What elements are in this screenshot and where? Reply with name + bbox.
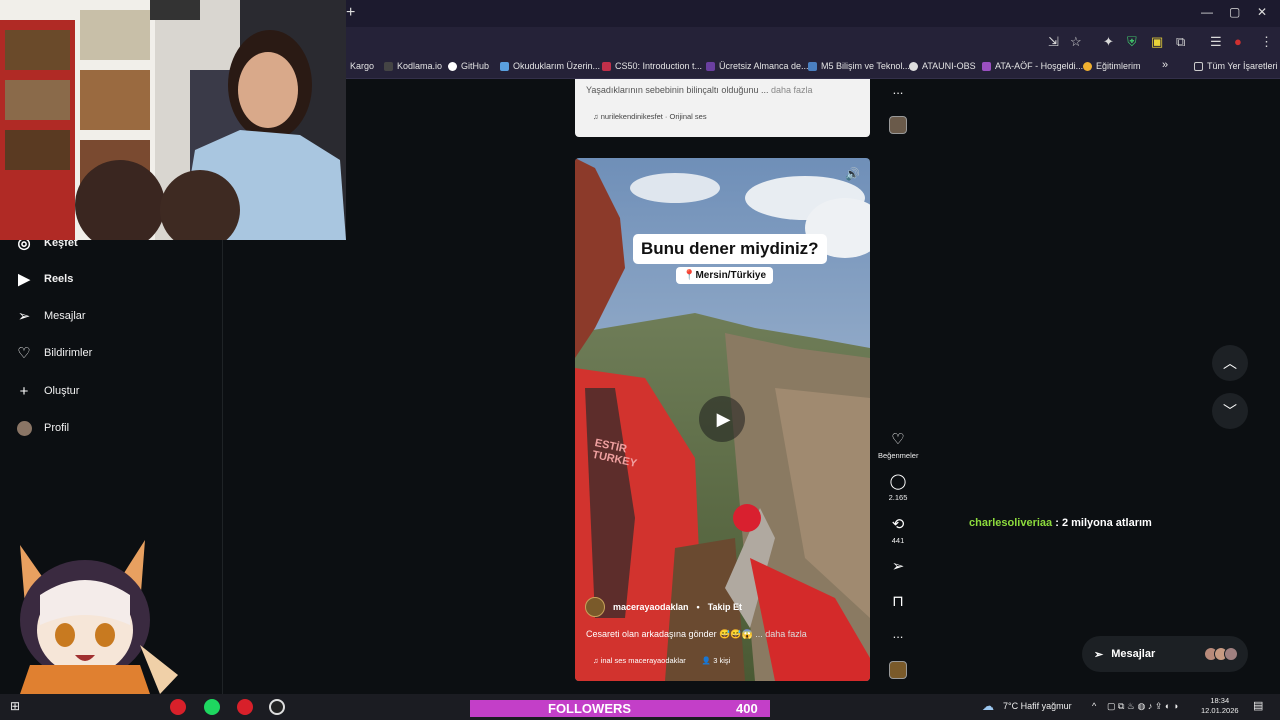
message-avatars — [1204, 647, 1238, 661]
reel-overlay-location: 📍Mersin/Türkiye — [676, 267, 774, 284]
bookmark-kodlama[interactable]: Kodlama.io — [384, 61, 442, 71]
sidebar-item-reels[interactable]: ▶ Reels — [16, 271, 74, 288]
all-bookmarks-folder[interactable]: Tüm Yer İşaretleri — [1194, 61, 1278, 71]
tagged-people[interactable]: 👤 3 kişi — [702, 656, 731, 665]
bookmark-cs50[interactable]: CS50: Introduction t... — [602, 61, 702, 71]
plus-icon: + — [19, 382, 29, 400]
send-icon: ➢ — [17, 308, 31, 325]
repost-button[interactable]: ⟲ 441 — [878, 515, 918, 545]
messages-button[interactable]: ➢ Mesajlar — [1082, 636, 1248, 672]
sidebar-item-label: Mesajlar — [44, 310, 86, 322]
bookmark-egitimlerim[interactable]: Eğitimlerim — [1083, 61, 1141, 71]
bookmark-icon: ⊓ — [892, 593, 904, 610]
previous-post[interactable]: Yaşadıklarının sebebinin bilinçaltı oldu… — [575, 79, 870, 137]
reel-username[interactable]: macerayaodaklan — [613, 602, 689, 612]
sidebar-item-label: Oluştur — [44, 385, 80, 397]
chevron-up-icon: ︿ — [1223, 355, 1237, 371]
previous-reel-button[interactable]: ︿ — [1212, 345, 1248, 381]
spotify-icon[interactable] — [204, 699, 220, 715]
like-button[interactable]: ♡ Beğenmeler — [878, 430, 918, 460]
install-icon[interactable]: ⇲ — [1048, 34, 1059, 50]
notification-icon[interactable]: ▤ — [1253, 699, 1263, 712]
reel-overlay-title: Bunu dener miydiniz? — [633, 234, 827, 264]
avatar[interactable] — [585, 597, 605, 617]
bookmark-kargo[interactable]: Kargo — [350, 61, 374, 71]
save-button[interactable]: ⊓ — [878, 592, 918, 613]
stream-chat-message: charlesoliveriaa : 2 milyona atlarım — [969, 517, 1152, 529]
app-icon[interactable] — [170, 699, 186, 715]
weather-icon: ☁ — [982, 699, 994, 713]
bookmark-ata-aof[interactable]: ATA-AÖF - Hoşgeldi... — [982, 61, 1083, 71]
play-icon: ▶ — [716, 408, 731, 429]
reel-user-row: macerayaodaklan • Takip Et — [585, 597, 742, 617]
clock[interactable]: 18:34 12.01.2026 — [1201, 696, 1239, 716]
caption-more-link[interactable]: daha fazla — [771, 85, 813, 95]
list-icon[interactable]: ☰ — [1210, 34, 1222, 50]
new-tab-button[interactable]: + — [346, 4, 355, 22]
sidebar-item-mesajlar[interactable]: ➢ Mesajlar — [16, 308, 86, 325]
webcam-overlay — [0, 0, 346, 240]
volume-icon[interactable]: 🔊 — [845, 167, 860, 181]
followers-goal-bar: FOLLOWERS 400 — [470, 700, 770, 717]
reels-icon: ▶ — [18, 271, 30, 288]
close-button[interactable]: ✕ — [1257, 5, 1267, 19]
shield-icon[interactable]: ⛨ — [1127, 34, 1137, 50]
bookmark-almanca[interactable]: Ücretsiz Almanca de... — [706, 61, 809, 71]
menu-icon[interactable]: ⋮ — [1260, 34, 1273, 50]
previous-more-button[interactable]: ... — [878, 82, 918, 97]
profile-icon[interactable]: ● — [1234, 34, 1242, 49]
send-icon: ➢ — [1094, 648, 1104, 661]
vtuber-mascot — [0, 535, 180, 694]
windows-start-icon[interactable]: ⊞ — [10, 699, 20, 713]
maximize-button[interactable]: ▢ — [1229, 5, 1240, 19]
bookmark-github[interactable]: GitHub — [448, 61, 489, 71]
music-icon: ♫ — [593, 656, 601, 665]
previous-audio-avatar[interactable] — [889, 116, 907, 134]
reel-meta: ♫ inal ses macerayaodaklar 👤 3 kişi — [593, 656, 730, 665]
extension-icon[interactable]: ✦ — [1103, 34, 1114, 50]
comment-icon: ◯ — [889, 473, 907, 490]
weather-text[interactable]: 7°C Hafif yağmur — [1003, 701, 1072, 711]
obs-icon[interactable] — [269, 699, 285, 715]
minimize-button[interactable]: — — [1201, 5, 1213, 19]
heart-icon: ♡ — [17, 345, 31, 362]
share-button[interactable]: ➢ — [878, 557, 918, 578]
sidebar-item-olustur[interactable]: + Oluştur — [16, 382, 80, 400]
music-icon: ♫ — [593, 112, 601, 121]
app-icon[interactable] — [237, 699, 253, 715]
separator: • — [696, 602, 700, 612]
sidebar-item-label: Reels — [44, 273, 74, 285]
puzzle-icon[interactable]: ⧉ — [1176, 34, 1185, 50]
reel-caption: Cesareti olan arkadaşına gönder 😅😅😱 ... … — [586, 629, 807, 639]
wallet-icon[interactable]: ▣ — [1151, 34, 1163, 50]
audio-avatar[interactable] — [889, 661, 907, 679]
tray-icons[interactable]: ▢ ⧉ ♨ ◍ ♪ ⇪ ◐ ◑ — [1107, 701, 1178, 712]
repost-icon: ⟲ — [891, 516, 905, 533]
sidebar-item-profil[interactable]: Profil — [16, 420, 69, 436]
sidebar-item-label: Bildirimler — [44, 347, 93, 359]
caption-more-link[interactable]: ... daha fazla — [755, 629, 807, 639]
star-icon[interactable]: ☆ — [1070, 34, 1082, 50]
avatar — [16, 420, 32, 436]
person-icon: 👤 — [701, 656, 714, 665]
sidebar-item-bildirimler[interactable]: ♡ Bildirimler — [16, 345, 93, 362]
more-button[interactable]: ... — [878, 626, 918, 641]
post-audio[interactable]: ♫ nurilekendinikesfet · Orijinal ses — [593, 112, 707, 121]
heart-icon: ♡ — [891, 431, 905, 448]
bookmark-atauni[interactable]: ATAUNI-OBS — [909, 61, 976, 71]
bookmark-okuduklarim[interactable]: Okuduklarım Üzerin... — [500, 61, 600, 71]
chevron-down-icon: ﹀ — [1223, 403, 1237, 419]
reel-video[interactable]: Bunu dener miydiniz? 📍Mersin/Türkiye EST… — [575, 158, 870, 681]
follow-button[interactable]: Takip Et — [708, 602, 742, 612]
bookmarks-more-button[interactable]: » — [1162, 59, 1168, 71]
reel-audio[interactable]: ♫ inal ses macerayaodaklar — [593, 656, 686, 665]
play-button[interactable]: ▶ — [699, 396, 745, 442]
sidebar-item-label: Profil — [44, 422, 70, 434]
send-icon: ➢ — [891, 558, 905, 575]
bookmark-m5[interactable]: M5 Bilişim ve Teknol... — [808, 61, 910, 71]
comment-button[interactable]: ◯ 2.165 — [878, 472, 918, 502]
next-reel-button[interactable]: ﹀ — [1212, 393, 1248, 429]
chevron-up-icon[interactable]: ^ — [1092, 701, 1096, 711]
post-caption: Yaşadıklarının sebebinin bilinçaltı oldu… — [586, 85, 813, 95]
